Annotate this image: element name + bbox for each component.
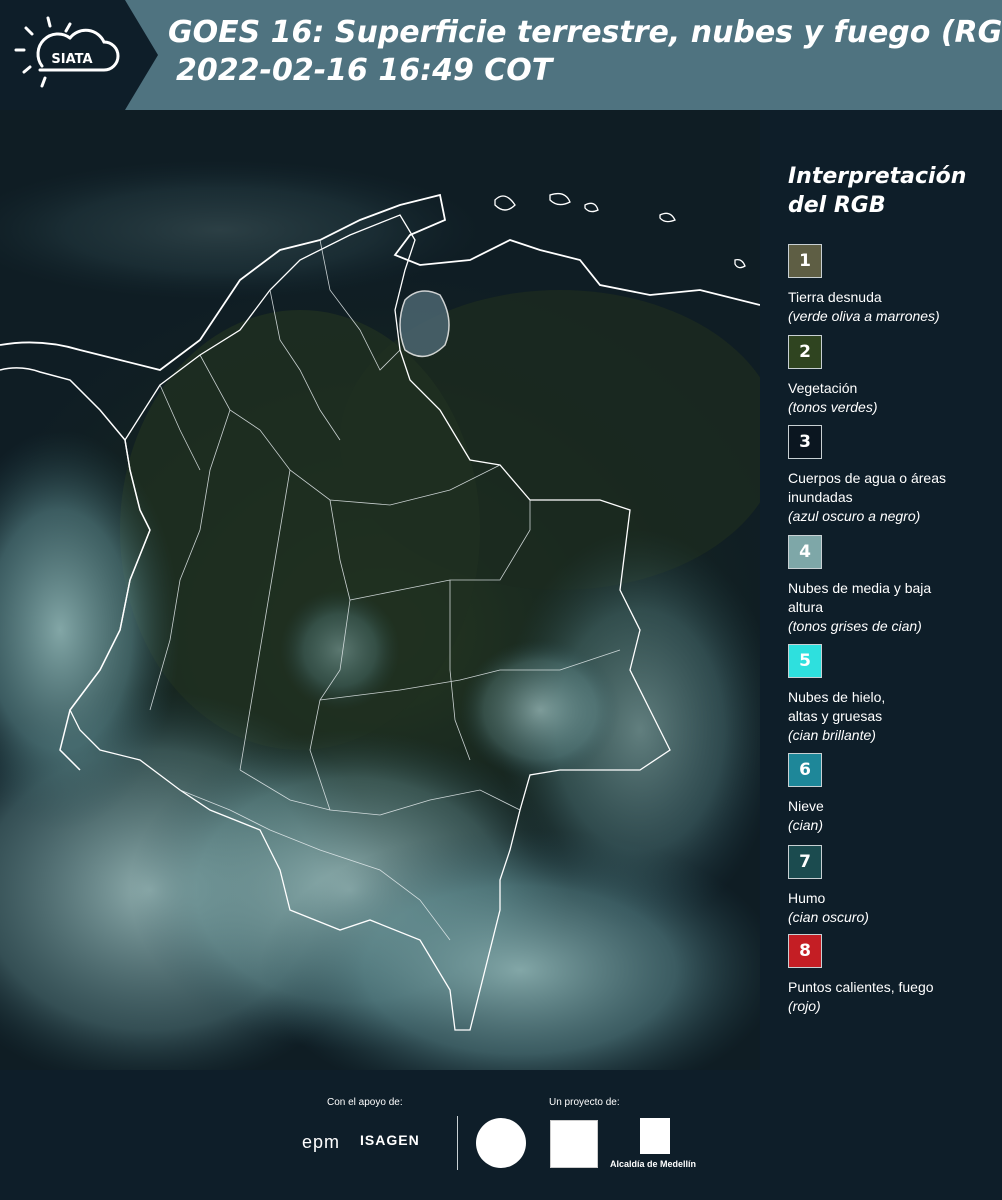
satellite-image	[0, 110, 760, 1070]
legend-swatch: 3	[788, 425, 822, 459]
legend-label: Cuerpos de agua o áreas inundadas	[788, 470, 946, 505]
legend-item-ice-clouds: 5 Nubes de hielo, altas y gruesas (cian …	[788, 644, 998, 745]
page-title: GOES 16: Superficie terrestre, nubes y f…	[168, 15, 1002, 50]
legend-label: Vegetación	[788, 380, 858, 396]
legend-label: Nubes de hielo, altas y gruesas	[788, 689, 886, 724]
legend-swatch: 5	[788, 644, 822, 678]
legend-desc: (rojo)	[788, 998, 821, 1014]
project-label: Un proyecto de:	[549, 1097, 620, 1108]
isagen-logo: ISAGEN	[360, 1132, 420, 1148]
timestamp: 2022-02-16 16:49 COT	[176, 53, 553, 88]
legend-desc: (verde oliva a marrones)	[788, 308, 940, 324]
siata-logo-icon: SIATA	[14, 16, 120, 88]
medellin-seal-icon	[476, 1118, 526, 1168]
legend-item-vegetation: 2 Vegetación (tonos verdes)	[788, 335, 998, 417]
legend-desc: (azul oscuro a negro)	[788, 508, 921, 524]
legend-desc: (cian oscuro)	[788, 909, 869, 925]
epm-logo: epm	[302, 1132, 341, 1152]
legend-item-bare-land: 1 Tierra desnuda (verde oliva a marrones…	[788, 244, 998, 326]
lake-maracaibo	[399, 290, 450, 358]
logo-panel: SIATA	[0, 0, 158, 110]
alcaldia-label: Alcaldía de Medellín	[610, 1159, 697, 1169]
legend-desc: (tonos grises de cian)	[788, 618, 922, 634]
legend-label: Puntos calientes, fuego	[788, 979, 934, 995]
legend-swatch: 8	[788, 934, 822, 968]
legend-label: Nieve	[788, 798, 824, 814]
legend-desc: (tonos verdes)	[788, 399, 878, 415]
legend-label: Nubes de media y baja altura	[788, 580, 932, 615]
satellite-map[interactable]	[0, 110, 760, 1070]
svg-text:SIATA: SIATA	[51, 52, 92, 67]
legend-swatch: 2	[788, 335, 822, 369]
legend-item-water: 3 Cuerpos de agua o áreas inundadas (azu…	[788, 425, 998, 526]
legend-swatch: 7	[788, 845, 822, 879]
footer: Con el apoyo de: Un proyecto de: epm ISA…	[0, 1070, 1002, 1200]
header: SIATA GOES 16: Superficie terrestre, nub…	[0, 0, 1002, 110]
alcaldia-crest-icon	[640, 1118, 670, 1154]
footer-divider	[457, 1116, 458, 1170]
legend-swatch: 4	[788, 535, 822, 569]
legend-item-fire: 8 Puntos calientes, fuego (rojo)	[788, 934, 998, 1016]
legend-desc: (cian brillante)	[788, 727, 876, 743]
legend-desc: (cian)	[788, 817, 824, 833]
area-metropolitana-logo-icon	[550, 1120, 598, 1168]
legend-item-snow: 6 Nieve (cian)	[788, 753, 998, 835]
legend-item-mid-low-clouds: 4 Nubes de media y baja altura (tonos gr…	[788, 535, 998, 636]
legend-label: Humo	[788, 890, 826, 906]
legend-swatch: 1	[788, 244, 822, 278]
legend-item-smoke: 7 Humo (cian oscuro)	[788, 845, 998, 927]
legend-label: Tierra desnuda	[788, 289, 882, 305]
legend-panel: Interpretación del RGB 1 Tierra desnuda …	[760, 110, 1002, 1070]
legend-swatch: 6	[788, 753, 822, 787]
legend-title: Interpretación del RGB	[788, 164, 967, 218]
support-label: Con el apoyo de:	[327, 1097, 403, 1108]
